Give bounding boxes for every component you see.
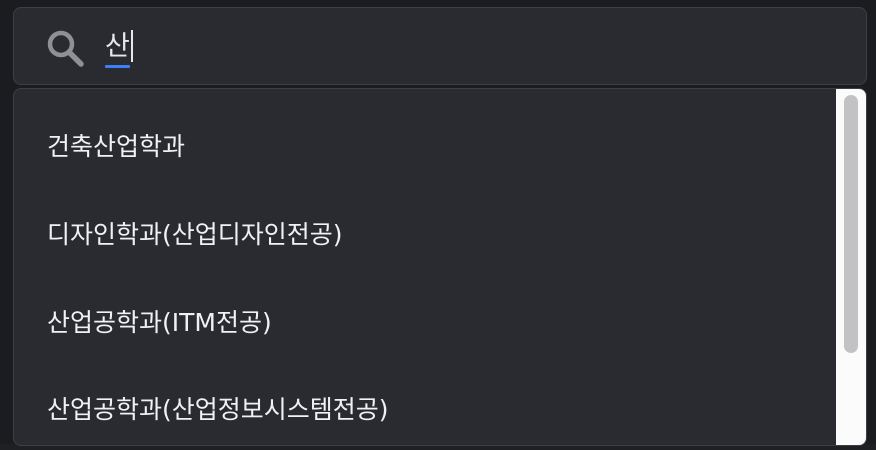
search-icon xyxy=(47,30,84,67)
search-input-value: 산 xyxy=(105,25,130,69)
autocomplete-option[interactable]: 디자인학과(산업디자인전공) xyxy=(47,213,343,257)
search-box[interactable]: 산 xyxy=(13,7,867,85)
autocomplete-option[interactable]: 산업공학과(산업정보시스템전공) xyxy=(47,388,389,432)
search-input[interactable]: 산 xyxy=(105,25,133,69)
dropdown-scrollbar[interactable] xyxy=(836,89,866,445)
autocomplete-dropdown: 건축산업학과 디자인학과(산업디자인전공) 산업공학과(ITM전공) 산업공학과… xyxy=(13,88,867,446)
autocomplete-option[interactable]: 건축산업학과 xyxy=(47,125,185,169)
search-autocomplete-screen: 산 건축산업학과 디자인학과(산업디자인전공) 산업공학과(ITM전공) 산업공… xyxy=(0,0,876,450)
autocomplete-option-list: 건축산업학과 디자인학과(산업디자인전공) 산업공학과(ITM전공) 산업공학과… xyxy=(14,89,837,445)
text-caret xyxy=(130,29,133,62)
dropdown-scrollbar-thumb[interactable] xyxy=(844,95,858,353)
autocomplete-option[interactable]: 산업공학과(ITM전공) xyxy=(47,301,272,345)
